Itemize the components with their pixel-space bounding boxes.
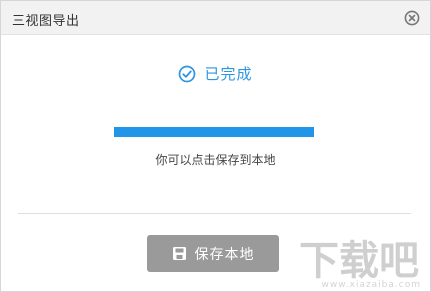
check-circle-icon — [178, 65, 196, 83]
status-text: 已完成 — [204, 65, 253, 83]
export-dialog: 三视图导出 已完成 你可以点击保存到本地 保存本地 — [0, 0, 431, 292]
progress-fill — [114, 127, 314, 137]
completion-status: 已完成 — [1, 63, 430, 84]
dialog-titlebar: 三视图导出 — [1, 1, 430, 35]
hint-text: 你可以点击保存到本地 — [155, 153, 276, 167]
save-button-label: 保存本地 — [194, 246, 255, 263]
close-icon[interactable] — [404, 10, 420, 26]
dialog-title: 三视图导出 — [12, 14, 80, 29]
divider — [18, 213, 411, 214]
progress-bar — [114, 127, 314, 137]
save-disk-icon — [172, 246, 187, 261]
save-local-button[interactable]: 保存本地 — [147, 235, 279, 272]
